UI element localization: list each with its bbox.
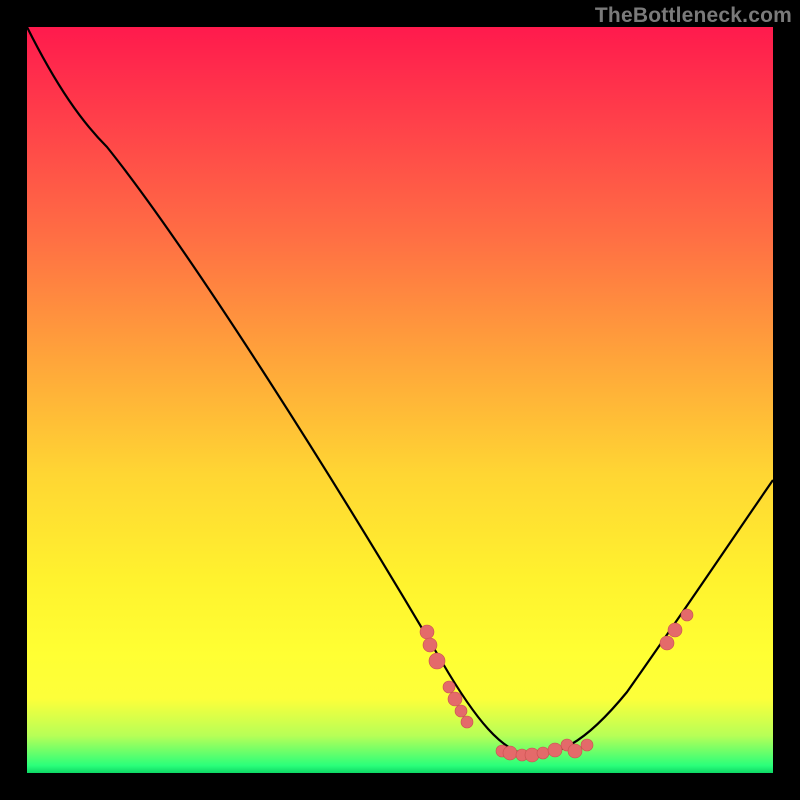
chart-marker: [461, 716, 473, 728]
chart-marker: [429, 653, 445, 669]
chart-marker: [423, 638, 437, 652]
chart-marker: [448, 692, 462, 706]
chart-markers: [420, 609, 693, 762]
chart-marker: [568, 744, 582, 758]
chart-marker: [668, 623, 682, 637]
chart-marker: [548, 743, 562, 757]
watermark-text: TheBottleneck.com: [595, 4, 792, 28]
chart-marker: [537, 747, 549, 759]
chart-marker: [420, 625, 434, 639]
chart-marker: [443, 681, 455, 693]
chart-marker: [503, 746, 517, 760]
chart-marker: [581, 739, 593, 751]
chart-marker: [681, 609, 693, 621]
chart-plot-area: [27, 27, 773, 773]
chart-marker: [455, 705, 467, 717]
chart-marker: [660, 636, 674, 650]
chart-marker: [525, 748, 539, 762]
chart-svg: [27, 27, 773, 773]
